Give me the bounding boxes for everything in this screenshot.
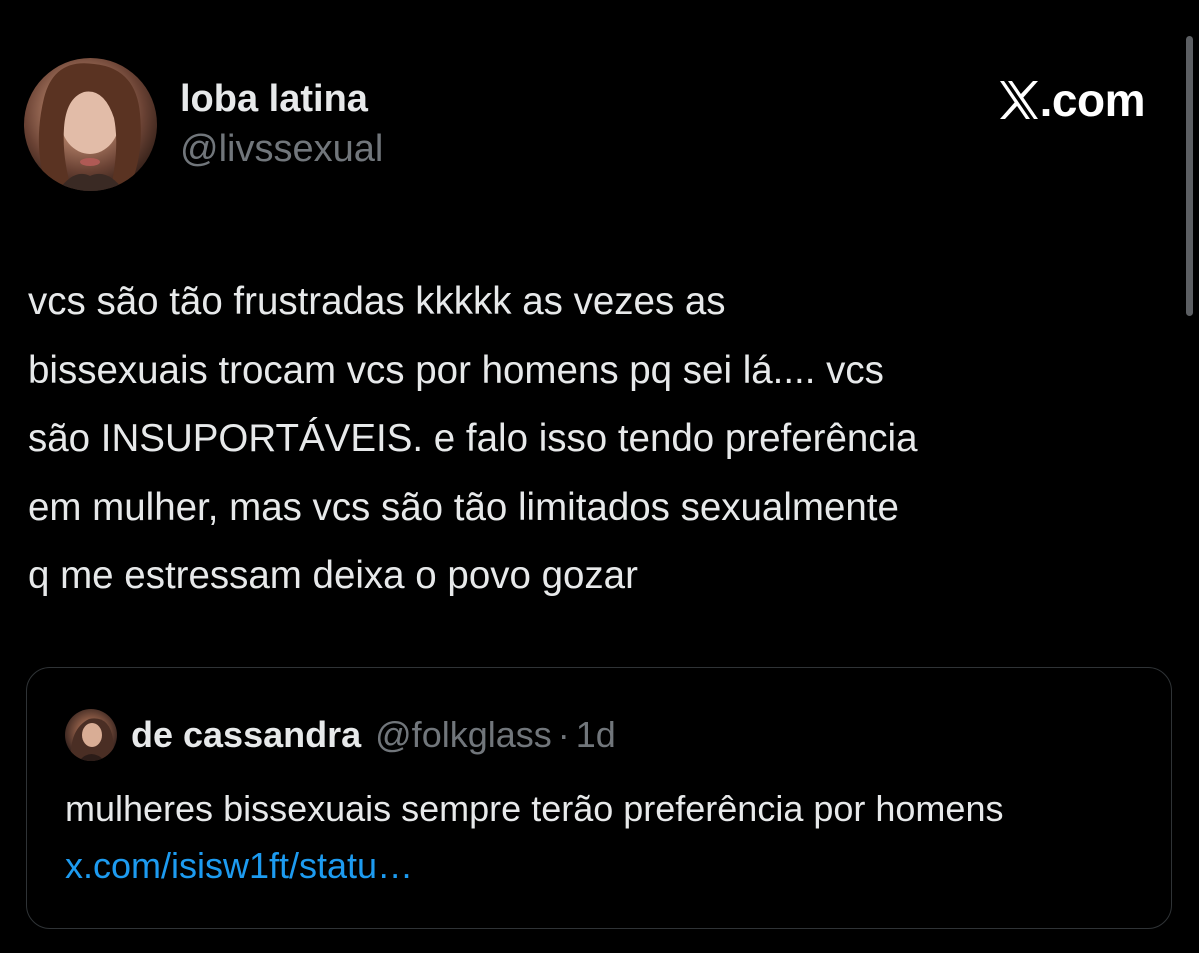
quoted-tweet-text: mulheres bissexuais sempre terão preferê… <box>65 788 1004 829</box>
quoted-handle[interactable]: @folkglass <box>375 714 552 756</box>
quoted-timestamp[interactable]: 1d <box>576 714 616 756</box>
quoted-tweet-header: de cassandra @folkglass · 1d <box>65 709 616 761</box>
quoted-display-name[interactable]: de cassandra <box>131 714 361 756</box>
scrollbar[interactable] <box>1186 36 1193 316</box>
brand-domain-text: .com <box>1039 74 1146 126</box>
tweet-body: vcs são tão frustradas kkkkk as vezes as… <box>28 280 918 597</box>
brand-logo: .com <box>998 74 1146 126</box>
quoted-tweet-body: mulheres bissexuais sempre terão preferê… <box>65 780 1145 894</box>
author-avatar[interactable] <box>24 58 157 191</box>
tweet-header: loba latina @livssexual .com <box>24 58 1175 192</box>
quoted-tweet-card[interactable]: de cassandra @folkglass · 1d mulheres bi… <box>26 667 1172 929</box>
author-display-name[interactable]: loba latina <box>180 76 383 122</box>
x-logo-icon <box>998 80 1040 120</box>
profile-photo <box>38 63 141 191</box>
quoted-author-avatar[interactable] <box>65 709 117 761</box>
author-handle[interactable]: @livssexual <box>180 126 383 172</box>
quoted-link[interactable]: x.com/isisw1ft/statu… <box>65 845 413 886</box>
author-names: loba latina @livssexual <box>180 76 383 172</box>
separator-dot: · <box>557 714 570 755</box>
quoted-profile-photo <box>70 718 114 761</box>
